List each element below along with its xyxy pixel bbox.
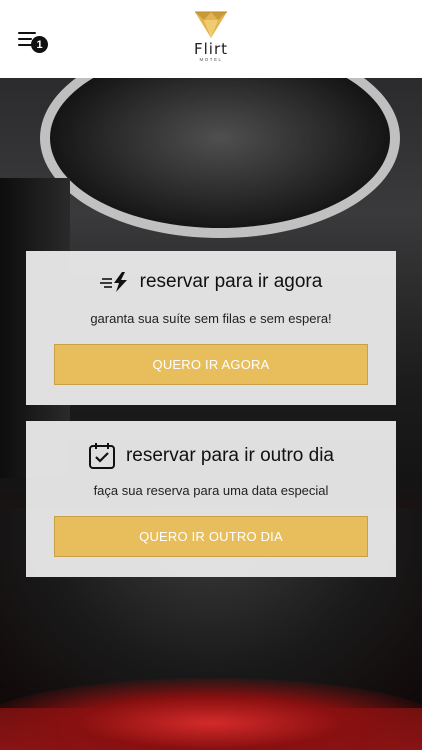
calendar-check-icon [88, 443, 115, 469]
fast-lightning-icon [99, 272, 127, 292]
reserve-now-title: reservar para ir agora [139, 271, 323, 292]
background-photo [0, 78, 422, 750]
go-another-day-button[interactable]: QUERO IR OUTRO DIA [54, 516, 368, 557]
go-now-button[interactable]: QUERO IR AGORA [54, 344, 368, 385]
app-header: 1 Flirt MOTEL [0, 0, 422, 78]
brand-logo: Flirt MOTEL [186, 10, 236, 70]
red-floor-light [0, 678, 422, 750]
hamburger-icon-line [18, 38, 32, 40]
reserve-later-subtitle: faça sua reserva para uma data especial [93, 483, 329, 498]
reserve-now-title-row: reservar para ir agora [26, 271, 396, 293]
hamburger-icon [18, 32, 36, 34]
ceiling-mirror [40, 78, 400, 238]
logo-wordmark: Flirt [193, 40, 228, 58]
reserve-later-title-row: reservar para ir outro dia [26, 442, 396, 470]
reserve-now-subtitle: garanta sua suíte sem filas e sem espera… [90, 311, 332, 326]
notification-badge: 1 [31, 36, 48, 53]
reserve-later-title: reservar para ir outro dia [125, 445, 335, 466]
menu-button[interactable]: 1 [16, 28, 52, 54]
diamond-heart-icon [195, 11, 227, 38]
